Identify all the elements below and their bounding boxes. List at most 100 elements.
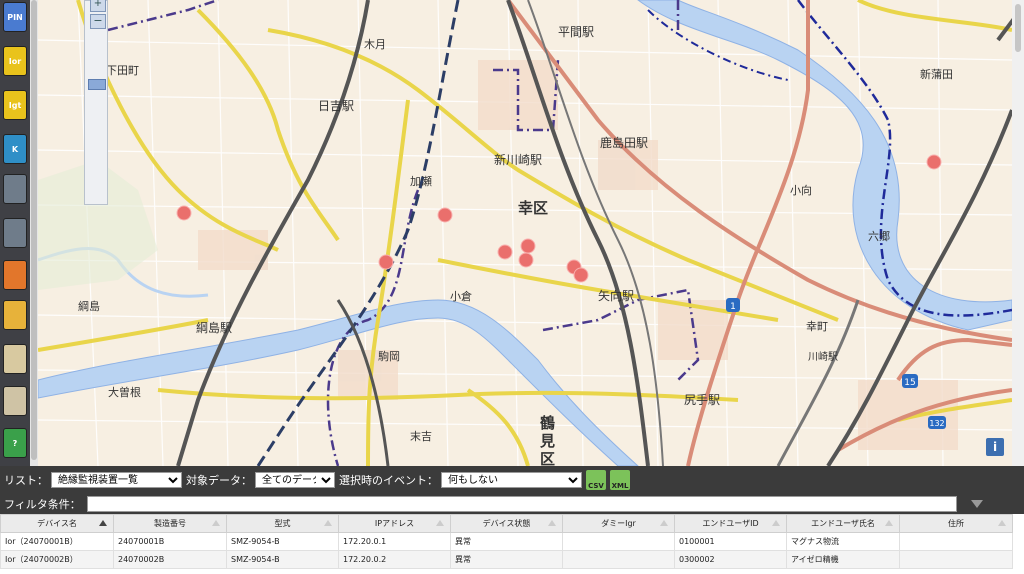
sidebar-tool-label: Ior xyxy=(8,56,22,66)
info-icon[interactable]: i xyxy=(986,438,1004,456)
column-header[interactable]: デバイス名 xyxy=(0,514,114,533)
column-header[interactable]: デバイス状態 xyxy=(450,514,563,533)
table-cell: マグナス物流 xyxy=(786,532,900,551)
table-row[interactable]: Ior（24070002B） 24070002B SMZ-9054-B 172.20.… xyxy=(0,550,1013,569)
sidebar-tool-button[interactable]: Ior xyxy=(3,46,27,76)
column-header[interactable]: 住所 xyxy=(899,514,1013,533)
place-label: 小倉 xyxy=(450,289,472,303)
event-select[interactable]: 何もしない xyxy=(441,472,582,488)
place-label: 大曽根 xyxy=(108,385,141,399)
place-label: 末吉 xyxy=(410,429,432,443)
table-row[interactable]: Ior（24070001B） 24070001B SMZ-9054-B 172.20.… xyxy=(0,532,1013,551)
column-header-label: デバイス名 xyxy=(37,519,77,528)
place-label: 六郷 xyxy=(868,229,890,243)
table-cell: SMZ-9054-B xyxy=(226,532,339,551)
sidebar-tool-button[interactable] xyxy=(3,260,27,290)
sidebar-tool-button[interactable] xyxy=(3,344,27,374)
device-marker[interactable] xyxy=(437,207,453,223)
place-label: 木月 xyxy=(364,38,386,51)
device-marker[interactable] xyxy=(520,238,536,254)
device-marker[interactable] xyxy=(176,205,192,221)
table-cell: 0300002 xyxy=(674,550,787,569)
table-cell: Ior（24070002B） xyxy=(0,550,114,569)
csv-export-icon[interactable]: CSV xyxy=(586,470,606,490)
device-marker[interactable] xyxy=(518,252,534,268)
column-header-label: 住所 xyxy=(948,519,964,528)
sort-arrow-icon[interactable] xyxy=(324,520,332,526)
station-label: 平間駅 xyxy=(558,25,594,39)
xml-export-icon[interactable]: XML xyxy=(610,470,630,490)
table-cell: Ior（24070001B） xyxy=(0,532,114,551)
table-cell: 24070001B xyxy=(113,532,227,551)
sort-arrow-icon[interactable] xyxy=(660,520,668,526)
zoom-slider-thumb[interactable] xyxy=(88,79,106,90)
table-cell: アイゼロ精機 xyxy=(786,550,900,569)
sidebar-tool-button[interactable] xyxy=(3,300,27,330)
table-cell: 異常 xyxy=(450,532,563,551)
sidebar-tool-button[interactable]: PIN xyxy=(3,2,27,32)
column-header-label: デバイス状態 xyxy=(482,519,531,528)
zoom-in-button[interactable]: + xyxy=(90,0,106,12)
table-cell: 172.20.0.1 xyxy=(338,532,451,551)
sort-arrow-icon[interactable] xyxy=(772,520,780,526)
column-header[interactable]: エンドユーザID xyxy=(674,514,787,533)
zoom-out-button[interactable]: − xyxy=(90,14,106,29)
sidebar-scrollbar[interactable] xyxy=(30,0,38,466)
sort-arrow-icon[interactable] xyxy=(998,520,1006,526)
map-canvas[interactable]: 1 15 132 下田町 木月 日吉駅 平間駅 新川崎駅 鹿島田駅 加瀬 幸区 … xyxy=(38,0,1012,466)
csv-label: CSV xyxy=(588,482,604,490)
list-select[interactable]: 絶縁監視装置一覧 xyxy=(51,472,182,488)
station-label: 川崎駅 xyxy=(808,350,838,363)
sort-arrow-icon[interactable] xyxy=(436,520,444,526)
station-label: 綱島駅 xyxy=(196,320,232,335)
target-data-label: 対象データ： xyxy=(186,474,252,487)
column-header[interactable]: エンドユーザ氏名 xyxy=(786,514,900,533)
sort-arrow-icon[interactable] xyxy=(212,520,220,526)
column-header-label: 型式 xyxy=(274,519,291,528)
column-header[interactable]: IPアドレス xyxy=(338,514,451,533)
place-label: 下田町 xyxy=(106,64,139,77)
filter-label: フィルタ条件： xyxy=(4,498,81,511)
sidebar-tool-button[interactable] xyxy=(3,218,27,248)
column-header[interactable]: ダミーIgr xyxy=(562,514,675,533)
sidebar-tool-label: K xyxy=(11,144,19,154)
list-label: リスト： xyxy=(4,474,48,487)
filter-toggle-icon[interactable] xyxy=(970,500,983,508)
device-marker[interactable] xyxy=(378,254,394,270)
sidebar-tool-button[interactable] xyxy=(3,174,27,204)
column-header[interactable]: 製造番号 xyxy=(113,514,227,533)
column-header[interactable]: 型式 xyxy=(226,514,339,533)
place-label: 加瀬 xyxy=(410,174,432,188)
sidebar-tool-button[interactable] xyxy=(3,386,27,416)
station-label: 鹿島田駅 xyxy=(600,135,648,150)
device-marker[interactable] xyxy=(573,267,589,283)
filter-input[interactable] xyxy=(86,496,957,512)
sidebar-tool-button[interactable]: K xyxy=(3,134,27,164)
table-cell xyxy=(899,550,1013,569)
route-shield-label: 132 xyxy=(929,419,944,428)
column-header-label: ダミーIgr xyxy=(601,519,636,528)
sidebar-tool-label: Igt xyxy=(8,100,22,110)
sort-arrow-icon[interactable] xyxy=(885,520,893,526)
table-cell: 異常 xyxy=(450,550,563,569)
column-header-label: IPアドレス xyxy=(374,519,415,528)
target-data-select[interactable]: 全てのデータ xyxy=(255,472,335,488)
map-scrollbar-thumb[interactable] xyxy=(1015,4,1021,52)
sidebar-tool-button[interactable]: Igt xyxy=(3,90,27,120)
sidebar-scrollbar-thumb[interactable] xyxy=(31,0,37,460)
table-cell: 24070002B xyxy=(113,550,227,569)
zoom-slider[interactable]: + − xyxy=(84,0,108,205)
sidebar-tool-label: ? xyxy=(12,438,18,448)
sort-arrow-icon[interactable] xyxy=(548,520,556,526)
table-cell: SMZ-9054-B xyxy=(226,550,339,569)
sidebar-tool-button[interactable]: ? xyxy=(3,428,27,458)
sort-arrow-icon[interactable] xyxy=(99,520,107,526)
ward-label: 区 xyxy=(540,450,555,466)
map-view[interactable]: 1 15 132 下田町 木月 日吉駅 平間駅 新川崎駅 鹿島田駅 加瀬 幸区 … xyxy=(38,0,1012,466)
left-tool-sidebar: PIN Ior Igt K? xyxy=(0,0,30,466)
device-marker[interactable] xyxy=(926,154,942,170)
route-shield-label: 15 xyxy=(904,378,915,388)
device-marker[interactable] xyxy=(497,244,513,260)
map-scrollbar[interactable] xyxy=(1012,0,1024,466)
ward-label: 鶴 xyxy=(540,414,555,432)
